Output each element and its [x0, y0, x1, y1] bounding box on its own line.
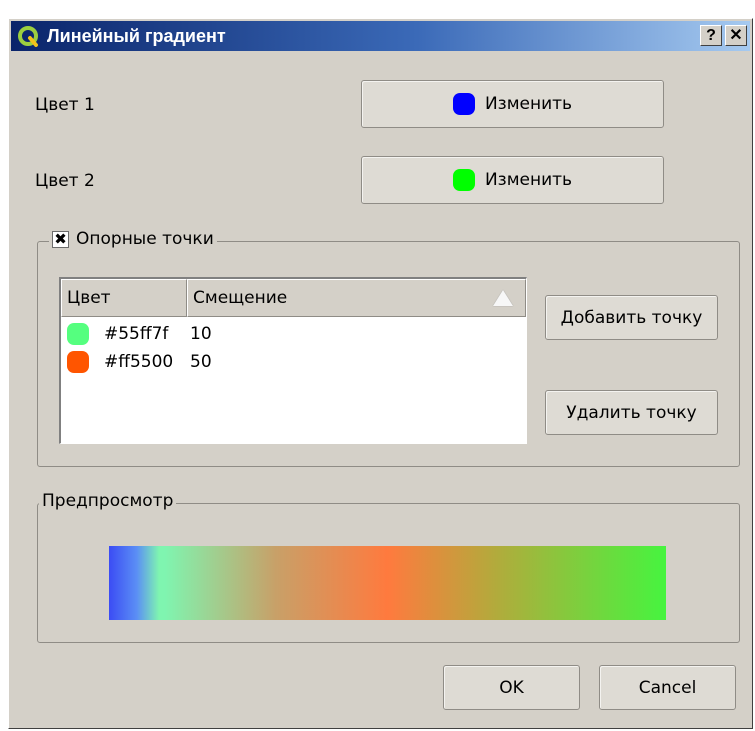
color1-swatch: [452, 93, 475, 115]
gradient-preview: [109, 546, 666, 620]
color1-change-label: Изменить: [484, 94, 573, 114]
color1-change-button[interactable]: Изменить: [361, 80, 664, 128]
color2-label: Цвет 2: [35, 171, 95, 191]
add-stop-button[interactable]: Добавить точку: [545, 295, 718, 340]
help-button[interactable]: ?: [700, 25, 722, 46]
gradient-dialog: Линейный градиент ? ✕ Цвет 1 Изменить Цв…: [8, 18, 753, 729]
table-row[interactable]: #ff5500 50: [67, 349, 212, 375]
stops-title-label: Опорные точки: [76, 229, 214, 249]
color1-label: Цвет 1: [35, 95, 95, 115]
cancel-button[interactable]: Cancel: [599, 665, 736, 710]
stop-color-swatch: [67, 323, 89, 345]
title-bar[interactable]: Линейный градиент ? ✕: [11, 21, 750, 51]
window-title: Линейный градиент: [47, 26, 226, 46]
stop-color-text: #ff5500: [104, 352, 174, 372]
remove-stop-button[interactable]: Удалить точку: [545, 390, 718, 435]
qgis-logo-icon: [18, 26, 38, 47]
stop-color-text: #55ff7f: [104, 324, 169, 344]
color2-change-button[interactable]: Изменить: [361, 156, 664, 204]
ok-button[interactable]: OK: [443, 665, 580, 710]
sort-ascending-icon: [493, 290, 513, 306]
close-button[interactable]: ✕: [725, 25, 747, 46]
table-row[interactable]: #55ff7f 10: [67, 321, 212, 347]
column-header-color[interactable]: Цвет: [61, 279, 187, 317]
stop-offset: 10: [190, 324, 212, 344]
stop-offset: 50: [190, 352, 212, 372]
color2-swatch: [452, 169, 475, 191]
stops-group-title: ✖ Опорные точки: [49, 229, 217, 249]
color2-change-label: Изменить: [484, 170, 573, 190]
stops-table[interactable]: Цвет Смещение #55ff7f 10 #ff5500 50: [59, 277, 527, 444]
stop-color-swatch: [67, 351, 89, 373]
stops-table-header: Цвет Смещение: [61, 279, 526, 317]
stops-checkbox[interactable]: ✖: [52, 230, 69, 248]
preview-group-title: Предпросмотр: [39, 491, 177, 511]
column-header-offset[interactable]: Смещение: [187, 279, 526, 317]
